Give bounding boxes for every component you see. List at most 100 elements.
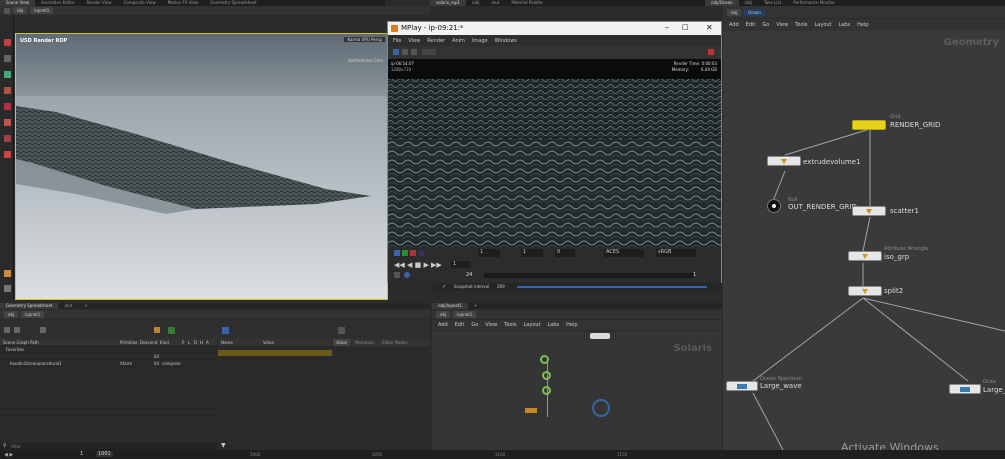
table-row[interactable] xyxy=(0,382,217,388)
mplay-menu-image[interactable]: Image xyxy=(472,38,488,44)
timeline-controls[interactable]: ◀ ▶ xyxy=(4,452,13,458)
network-path-obj[interactable]: obj xyxy=(727,8,742,16)
table-row[interactable]: 64 xyxy=(0,354,217,360)
tab-material-palette[interactable]: Material Palette xyxy=(505,0,548,6)
minimize-icon[interactable]: – xyxy=(665,23,669,32)
collapse-icon[interactable] xyxy=(4,327,10,333)
solaris-menu-labs[interactable]: Labs xyxy=(548,322,560,328)
realtime-icon[interactable] xyxy=(404,272,410,278)
funnel-icon[interactable] xyxy=(338,327,345,334)
table-row[interactable] xyxy=(0,424,217,430)
tab-geometry-spreadsheet-2[interactable]: Geometry Spreadsheet xyxy=(0,303,59,309)
solaris-menu-layout[interactable]: Layout xyxy=(524,322,541,328)
table-row[interactable] xyxy=(0,396,217,402)
pose-tool-icon[interactable] xyxy=(4,151,11,158)
tab-editor-nodes[interactable]: Editor Nodes xyxy=(379,339,411,346)
layout-icon[interactable] xyxy=(394,250,400,256)
loop-icon[interactable] xyxy=(394,272,400,278)
tab-metadata[interactable]: Metadata xyxy=(352,339,377,346)
snapshot-value[interactable]: 269 xyxy=(497,284,505,289)
rotate-tool-icon[interactable] xyxy=(4,71,11,78)
network-menu-help[interactable]: Help xyxy=(857,22,868,28)
solaris-menu-help[interactable]: Help xyxy=(566,322,577,328)
show-icon[interactable] xyxy=(168,327,175,334)
solaris-render-node[interactable] xyxy=(592,399,610,417)
display-tool-icon[interactable] xyxy=(4,285,11,292)
tab-obj[interactable]: /obj xyxy=(466,0,485,6)
network-menu-go[interactable]: Go xyxy=(762,22,769,28)
network-menu-view[interactable]: View xyxy=(776,22,788,28)
mplay-render-image[interactable]: ip-06:54:07 1280x720 Render Time: 0:00:0… xyxy=(388,59,721,247)
current-frame-field[interactable]: 1 xyxy=(451,261,471,268)
tab-out[interactable]: /out xyxy=(485,0,505,6)
table-row[interactable] xyxy=(0,410,217,416)
snap-tool-icon[interactable] xyxy=(4,270,11,277)
snapshot-icon[interactable] xyxy=(411,49,417,55)
close-icon[interactable]: ✕ xyxy=(706,23,713,32)
solaris-menu-tools[interactable]: Tools xyxy=(504,322,516,328)
path-obj[interactable]: obj xyxy=(13,7,28,14)
network-menu-add[interactable]: Add xyxy=(729,22,739,28)
move-tool-icon[interactable] xyxy=(4,55,11,62)
timeline-frame[interactable]: 1 xyxy=(80,451,83,457)
selected-attribute-row[interactable] xyxy=(218,350,332,356)
tab-out-2[interactable]: /out xyxy=(58,303,78,309)
tab-value[interactable]: Value xyxy=(333,339,350,346)
channel-select[interactable] xyxy=(422,49,436,55)
mplay-menu-anim[interactable]: Anim xyxy=(452,38,465,44)
tab-solaris-rop[interactable]: solaris_rop1 xyxy=(430,0,467,6)
spreadsheet-path-obj[interactable]: obj xyxy=(4,310,19,318)
node-scatter[interactable] xyxy=(852,206,886,216)
timeline-slider[interactable] xyxy=(484,273,694,278)
mplay-menu-view[interactable]: View xyxy=(408,38,420,44)
back-arrow-icon[interactable] xyxy=(4,7,10,14)
blue-channel-icon[interactable] xyxy=(418,250,424,256)
add-tab-icon-2[interactable]: + xyxy=(468,303,483,309)
tab-obj-lopnet[interactable]: /obj/lopnet1 xyxy=(432,303,468,309)
node-out-render-grid[interactable] xyxy=(767,199,781,213)
network-canvas[interactable]: Geometry Grid RENDER_GRID extrudevolume1… xyxy=(723,31,1005,450)
table-row[interactable] xyxy=(0,368,217,374)
node-iso-grp[interactable] xyxy=(848,251,882,261)
solaris-menu-add[interactable]: Add xyxy=(438,322,448,328)
solaris-menu-edit[interactable]: Edit xyxy=(455,322,465,328)
expand-icon[interactable] xyxy=(14,327,20,333)
frame-field-2[interactable]: 1 xyxy=(521,249,543,257)
camera-menu[interactable]: Karma XPU Persp xyxy=(344,37,385,42)
red-channel-icon[interactable] xyxy=(410,250,416,256)
solaris-node-2[interactable] xyxy=(542,371,551,380)
node-split[interactable] xyxy=(848,286,882,296)
viewport-canvas[interactable]: USD Render ROP Karma XPU Persp dotfieldf… xyxy=(15,33,388,300)
table-row[interactable]: Favorites xyxy=(0,347,217,353)
attribute-view-icon[interactable] xyxy=(222,327,229,334)
solaris-node-top[interactable] xyxy=(590,333,610,339)
filter-icon[interactable] xyxy=(40,327,46,333)
solaris-node-3[interactable] xyxy=(542,386,551,395)
snapshot-slider[interactable] xyxy=(517,286,707,288)
table-row[interactable] xyxy=(0,403,217,409)
play-controls[interactable]: ◀◀ ◀ ■ ▶ ▶▶ xyxy=(394,261,442,269)
node-large-2[interactable] xyxy=(949,384,981,394)
check-icon[interactable]: ✓ xyxy=(442,284,446,290)
network-path-ocean[interactable]: Ocean xyxy=(744,8,765,16)
solaris-node-4[interactable] xyxy=(525,408,537,413)
scene-graph-tree[interactable]: Scene Graph Path Primitive Descend Kind … xyxy=(0,339,217,443)
green-channel-icon[interactable] xyxy=(402,250,408,256)
handle-tool-icon[interactable] xyxy=(4,103,11,110)
solaris-node-1[interactable] xyxy=(540,355,549,364)
network-menu-tools[interactable]: Tools xyxy=(795,22,807,28)
network-menu-layout[interactable]: Layout xyxy=(815,22,832,28)
filter-input[interactable]: Filter xyxy=(11,444,21,449)
node-large-wave[interactable] xyxy=(726,381,758,391)
display-select[interactable]: sRGB xyxy=(656,249,696,257)
table-row[interactable]: houdiniOceanprocedural1 Xform 64 compone xyxy=(0,361,217,367)
network-menu-edit[interactable]: Edit xyxy=(746,22,756,28)
camera-tool-icon[interactable] xyxy=(4,135,11,142)
table-row[interactable] xyxy=(0,417,217,423)
highlight-icon[interactable] xyxy=(154,327,160,333)
table-row[interactable] xyxy=(0,375,217,381)
maximize-icon[interactable]: □ xyxy=(682,23,689,31)
color-space-select[interactable]: ACES xyxy=(604,249,644,257)
solaris-menu-view[interactable]: View xyxy=(485,322,497,328)
add-tab-icon[interactable]: + xyxy=(78,303,93,309)
